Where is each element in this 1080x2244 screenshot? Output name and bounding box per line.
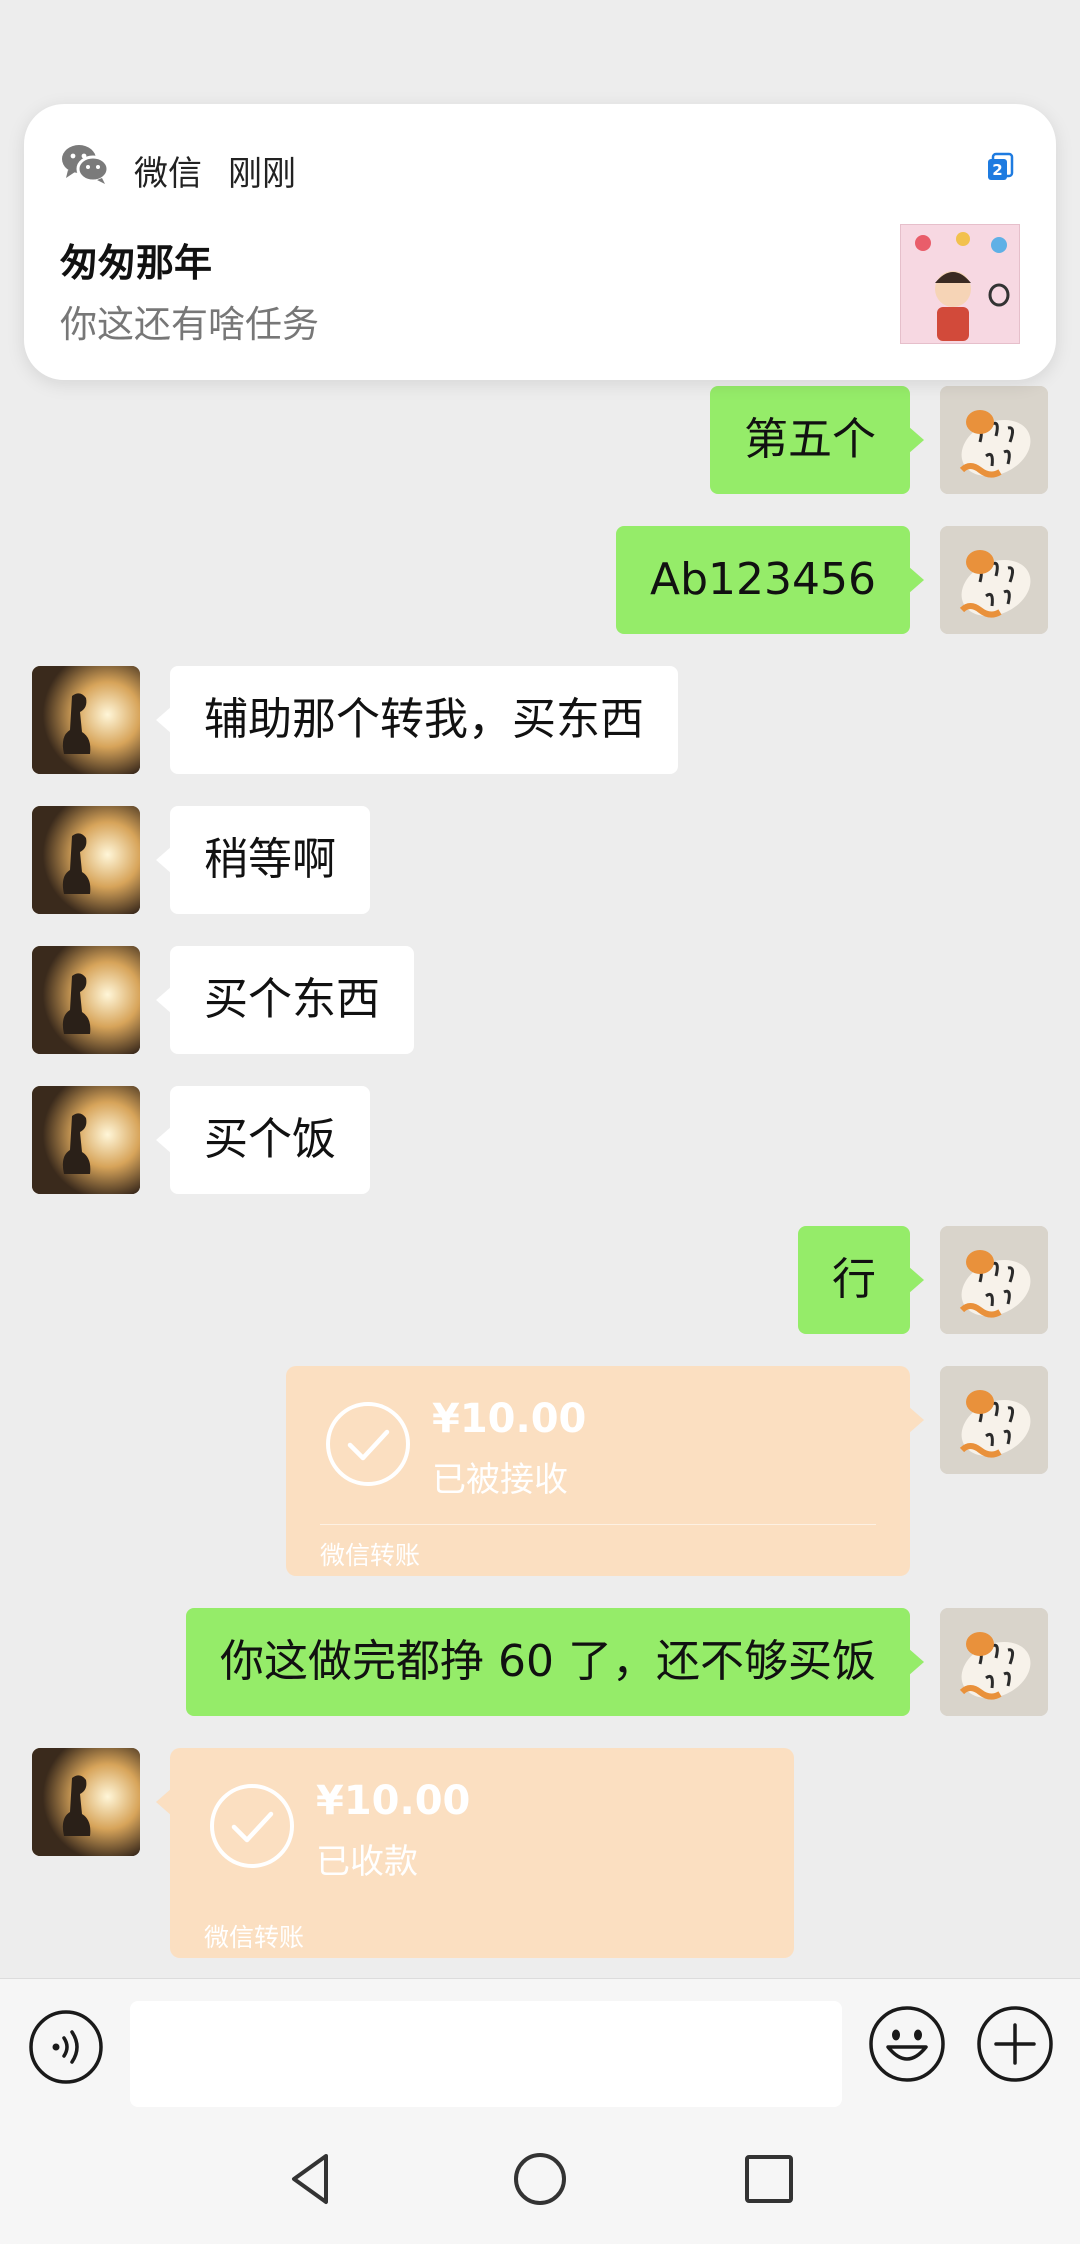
emoji-icon[interactable]	[868, 2005, 946, 2083]
tiger-avatar-image	[940, 526, 1048, 634]
transfer-status: 已收款	[316, 1842, 418, 1882]
transfer-footer-label: 微信转账	[204, 1923, 305, 1952]
my-avatar[interactable]	[940, 1366, 1048, 1474]
chat-input-bar	[0, 1978, 1080, 2114]
my-avatar[interactable]	[940, 386, 1048, 494]
sent-message-bubble[interactable]: 行	[798, 1226, 924, 1334]
contact-avatar[interactable]	[32, 946, 140, 1054]
contact-avatar-image	[32, 806, 140, 914]
message-notification[interactable]: 微信 刚刚 2 匆匆那年 你这还有啥任务	[24, 104, 1056, 380]
message-input[interactable]	[130, 2001, 842, 2107]
sent-message-bubble[interactable]: 第五个	[710, 386, 924, 494]
transfer-card[interactable]: ¥10.00 已被接收 微信转账	[286, 1366, 924, 1576]
sender-avatar-thumbnail	[900, 224, 1020, 344]
sent-message-bubble[interactable]: 你这做完都挣 60 了，还不够买饭	[186, 1608, 924, 1716]
contact-avatar-image	[32, 946, 140, 1054]
contact-avatar-image	[32, 666, 140, 774]
my-avatar[interactable]	[940, 1226, 1048, 1334]
badge-count: 2	[992, 161, 1002, 179]
transfer-footer-label: 微信转账	[320, 1541, 421, 1570]
contact-avatar[interactable]	[32, 806, 140, 914]
my-avatar[interactable]	[940, 1608, 1048, 1716]
contact-avatar-image	[32, 1748, 140, 1856]
app-badge-icon: 2	[988, 152, 1014, 180]
contact-avatar[interactable]	[32, 666, 140, 774]
check-circle-icon	[326, 1402, 410, 1486]
voice-icon[interactable]	[28, 2009, 104, 2085]
notification-sender: 匆匆那年	[60, 241, 213, 285]
contact-avatar-image	[32, 1086, 140, 1194]
plus-icon[interactable]	[976, 2005, 1054, 2083]
tiger-avatar-image	[940, 386, 1048, 494]
received-message-bubble[interactable]: 买个饭	[156, 1086, 370, 1194]
recents-icon[interactable]	[738, 2148, 800, 2210]
contact-avatar[interactable]	[32, 1748, 140, 1856]
my-avatar[interactable]	[940, 526, 1048, 634]
tiger-avatar-image	[940, 1226, 1048, 1334]
notification-time: 刚刚	[228, 154, 296, 194]
notification-app-name: 微信	[134, 154, 202, 194]
system-navigation-bar	[0, 2114, 1080, 2244]
received-message-bubble[interactable]: 稍等啊	[156, 806, 370, 914]
tiger-avatar-image	[940, 1366, 1048, 1474]
transfer-divider	[320, 1524, 876, 1525]
transfer-amount: ¥10.00	[432, 1396, 587, 1442]
wechat-icon	[62, 145, 110, 184]
home-icon[interactable]	[509, 2148, 571, 2210]
back-icon[interactable]	[280, 2148, 342, 2210]
tiger-avatar-image	[940, 1608, 1048, 1716]
transfer-status: 已被接收	[432, 1460, 568, 1500]
received-message-bubble[interactable]: 辅助那个转我，买东西	[156, 666, 678, 774]
notification-message: 你这还有啥任务	[60, 303, 319, 346]
check-circle-icon	[210, 1784, 294, 1868]
received-message-bubble[interactable]: 买个东西	[156, 946, 414, 1054]
transfer-amount: ¥10.00	[316, 1778, 471, 1824]
transfer-card[interactable]: ¥10.00 已收款 微信转账	[156, 1748, 794, 1958]
contact-avatar[interactable]	[32, 1086, 140, 1194]
sent-message-bubble[interactable]: Ab123456	[616, 526, 924, 634]
